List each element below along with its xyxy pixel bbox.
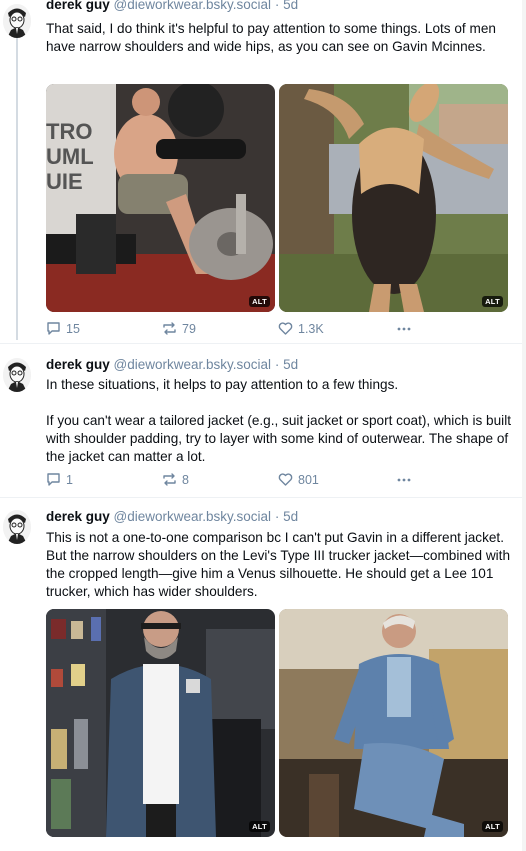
post-image[interactable]: TRO UML UIE ALT [46, 84, 275, 312]
author-name[interactable]: derek guy [46, 357, 110, 372]
alt-text-badge[interactable]: ALT [482, 296, 503, 307]
hay-denim-photo-illustration [279, 609, 508, 837]
svg-text:UIE: UIE [46, 169, 83, 194]
author-handle[interactable]: @dieworkwear.bsky.social [114, 509, 272, 524]
reply-button[interactable]: 1 [46, 472, 73, 487]
post-paragraph: This is not a one-to-one comparison bc I… [46, 530, 511, 599]
repost-button[interactable]: 8 [162, 472, 189, 487]
reply-icon [47, 322, 60, 335]
like-count: 1.3K [298, 321, 324, 336]
svg-text:TRO: TRO [46, 119, 92, 144]
like-count: 801 [298, 472, 319, 487]
post-text: This is not a one-to-one comparison bc I… [46, 529, 516, 601]
scrollbar[interactable] [522, 0, 526, 851]
author-handle[interactable]: @dieworkwear.bsky.social [114, 0, 272, 12]
like-button[interactable]: 1.3K [278, 321, 324, 336]
post-timestamp[interactable]: 5d [283, 0, 298, 12]
svg-text:UML: UML [46, 144, 94, 169]
avatar[interactable] [3, 358, 31, 392]
avatar[interactable] [3, 4, 31, 38]
post-actions: 1 8 801 [46, 472, 426, 490]
like-button[interactable]: 801 [278, 472, 319, 487]
gym-photo-illustration: TRO UML UIE [46, 84, 275, 312]
post-3[interactable]: derek guy @dieworkwear.bsky.social · 5d … [0, 498, 526, 851]
store-denim-photo-illustration [46, 609, 275, 837]
post-image[interactable]: ALT [46, 609, 275, 837]
post-header: derek guy @dieworkwear.bsky.social · 5d [46, 0, 298, 12]
repost-icon [163, 473, 176, 486]
author-name[interactable]: derek guy [46, 509, 110, 524]
alt-text-badge[interactable]: ALT [482, 821, 503, 832]
repost-count: 79 [182, 321, 196, 336]
repost-icon [163, 322, 176, 335]
ellipsis-icon [397, 478, 411, 482]
repost-button[interactable]: 79 [162, 321, 196, 336]
post-header: derek guy @dieworkwear.bsky.social · 5d [46, 357, 299, 372]
post-paragraph: That said, I do think it's helpful to pa… [46, 21, 496, 54]
more-options-button[interactable] [396, 472, 412, 487]
more-options-button[interactable] [396, 321, 412, 336]
post-paragraph: If you can't wear a tailored jacket (e.g… [46, 413, 511, 464]
ellipsis-icon [397, 327, 411, 331]
heart-icon [278, 322, 293, 335]
post-1[interactable]: derek guy @dieworkwear.bsky.social · 5d … [0, 0, 526, 345]
post-image[interactable]: ALT [279, 84, 508, 312]
repost-count: 8 [182, 472, 189, 487]
post-timestamp[interactable]: 5d [283, 357, 298, 372]
reply-count: 1 [66, 472, 73, 487]
author-handle[interactable]: @dieworkwear.bsky.social [114, 357, 272, 372]
alt-text-badge[interactable]: ALT [249, 296, 270, 307]
tamandua-photo-illustration [279, 84, 508, 312]
post-text: That said, I do think it's helpful to pa… [46, 20, 516, 56]
avatar[interactable] [3, 510, 31, 544]
reply-count: 15 [66, 321, 80, 336]
post-text: In these situations, it helps to pay att… [46, 376, 516, 466]
reply-icon [47, 473, 60, 486]
post-header: derek guy @dieworkwear.bsky.social · 5d [46, 509, 299, 524]
post-image[interactable]: ALT [279, 609, 508, 837]
reply-button[interactable]: 15 [46, 321, 80, 336]
post-paragraph: In these situations, it helps to pay att… [46, 377, 399, 392]
alt-text-badge[interactable]: ALT [249, 821, 270, 832]
post-2[interactable]: derek guy @dieworkwear.bsky.social · 5d … [0, 344, 526, 494]
post-timestamp[interactable]: 5d [283, 509, 298, 524]
author-name[interactable]: derek guy [46, 0, 110, 12]
heart-icon [278, 473, 293, 486]
post-actions: 15 79 1.3K [46, 321, 426, 339]
